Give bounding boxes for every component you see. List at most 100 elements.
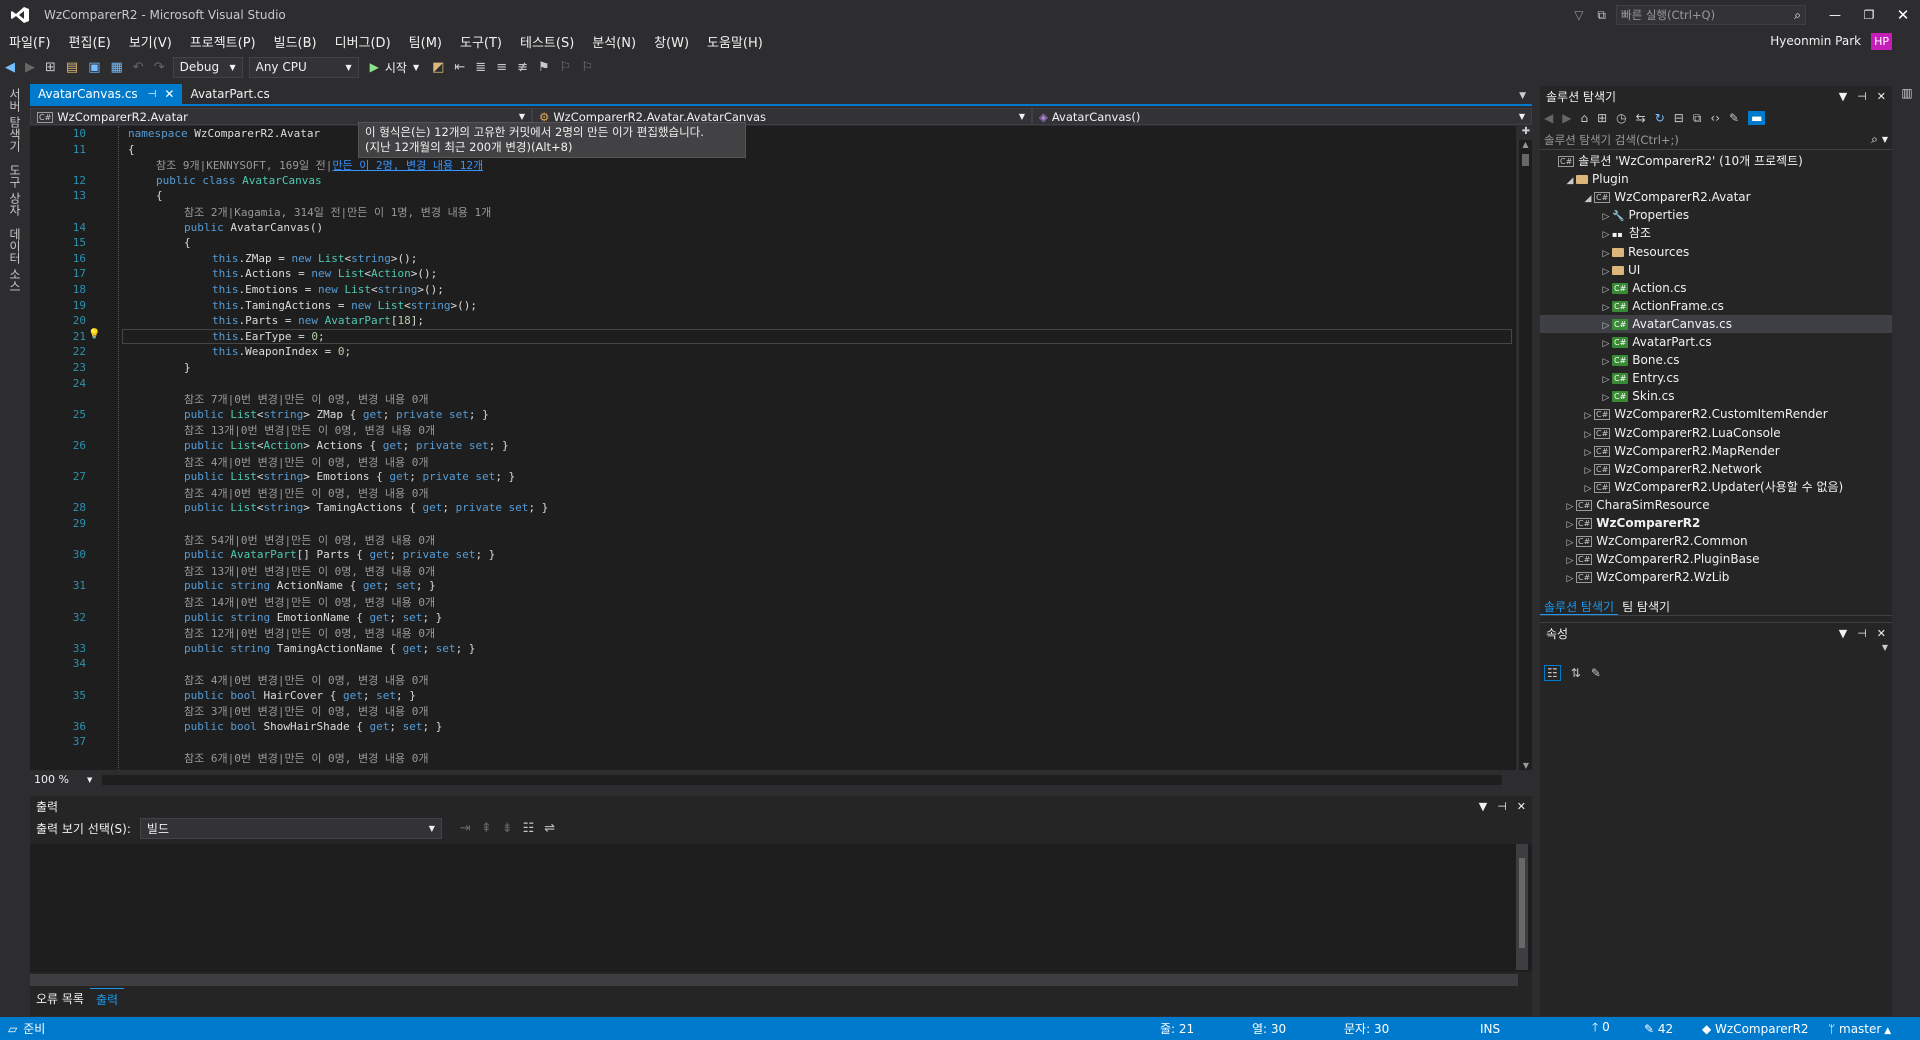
tree-item[interactable]: ▷ C# WzComparerR2.Network xyxy=(1540,460,1892,478)
next-bookmark-icon[interactable]: ⚐ xyxy=(576,60,598,75)
menu-item[interactable]: 분석(N) xyxy=(583,32,645,51)
comment-icon[interactable]: ≡ xyxy=(491,60,512,75)
uncomment-icon[interactable]: ≢ xyxy=(512,60,533,75)
menu-item[interactable]: 창(W) xyxy=(645,32,698,51)
menu-item[interactable]: 파일(F) xyxy=(0,32,60,51)
publish-status[interactable]: 🡑 0 xyxy=(1592,1018,1610,1039)
codelens[interactable]: 참조 2개|Kagamia, 314일 전|만든 이 1명, 변경 내용 1개 xyxy=(184,207,491,219)
menu-item[interactable]: 테스트(S) xyxy=(511,32,583,51)
save-icon[interactable]: ▣ xyxy=(83,60,105,75)
menu-item[interactable]: 프로젝트(P) xyxy=(181,32,265,51)
properties-object-select[interactable]: ▼ xyxy=(1540,643,1892,661)
avatar[interactable]: HP xyxy=(1871,32,1892,50)
tree-item[interactable]: ▷ UI xyxy=(1540,261,1892,279)
close-icon[interactable]: ✕ xyxy=(1877,90,1886,103)
tree-item[interactable]: ▷ C# Skin.cs xyxy=(1540,387,1892,405)
tree-item[interactable]: ▷ C# WzComparerR2.LuaConsole xyxy=(1540,424,1892,442)
close-button[interactable]: ✕ xyxy=(1886,6,1920,24)
editor-vertical-scrollbar[interactable]: ▲ ▼ xyxy=(1518,140,1532,770)
refresh-icon[interactable]: ↻ xyxy=(1655,111,1665,125)
tree-item[interactable]: ▷ C# Entry.cs xyxy=(1540,369,1892,387)
properties-icon[interactable]: ✎ xyxy=(1729,111,1739,125)
output-source-select[interactable]: 빌드 ▼ xyxy=(139,817,442,839)
output-horizontal-scrollbar[interactable] xyxy=(30,974,1518,986)
platform-select[interactable]: Any CPU ▼ xyxy=(248,56,359,78)
codelens[interactable]: 참조 9개|KENNYSOFT, 169일 전|만든 이 2명, 변경 내용 1… xyxy=(156,160,483,172)
tree-item[interactable]: ▷ C# Bone.cs xyxy=(1540,351,1892,369)
bookmark-icon[interactable]: ⚑ xyxy=(533,60,555,75)
tab-solution-explorer[interactable]: 솔루션 탐색기 xyxy=(1540,596,1619,615)
close-icon[interactable]: ✕ xyxy=(164,87,174,101)
tree-item[interactable]: ▷ C# ActionFrame.cs xyxy=(1540,297,1892,315)
codelens[interactable]: 참조 4개|0번 변경|만든 이 0명, 변경 내용 0개 xyxy=(184,487,429,500)
tree-item[interactable]: ▷ ▪▪ 참조 xyxy=(1540,224,1892,242)
tree-item[interactable]: ▷ C# WzComparerR2.Common xyxy=(1540,532,1892,550)
tree-item[interactable]: ▷ C# WzComparerR2.CustomItemRender xyxy=(1540,405,1892,423)
tree-item[interactable]: ▷ C# WzComparerR2.PluginBase xyxy=(1540,550,1892,568)
pending-changes-icon[interactable]: ◷ xyxy=(1616,111,1626,125)
show-all-files-icon[interactable]: ⧉ xyxy=(1693,111,1702,126)
menu-item[interactable]: 디버그(D) xyxy=(326,32,400,51)
prev-bookmark-icon[interactable]: ⚐ xyxy=(555,60,577,75)
tree-item[interactable]: ▷ C# WzComparerR2.WzLib xyxy=(1540,568,1892,586)
pin-icon[interactable]: ⊣ xyxy=(148,89,157,100)
go-to-message-icon[interactable]: ⇥ xyxy=(455,821,476,836)
open-icon[interactable]: ▤ xyxy=(61,60,83,75)
maximize-button[interactable]: ❐ xyxy=(1852,8,1886,22)
switch-views-icon[interactable]: ⊞ xyxy=(1597,111,1607,125)
preview-icon[interactable]: ▬ xyxy=(1748,111,1766,125)
lightbulb-icon[interactable]: 💡 xyxy=(88,329,100,340)
output-scroll-thumb[interactable] xyxy=(1519,858,1525,948)
tab-list-chevron-icon[interactable]: ▼ xyxy=(1513,91,1532,104)
codelens[interactable]: 참조 7개|0번 변경|만든 이 0명, 변경 내용 0개 xyxy=(184,394,429,406)
tree-item[interactable]: ▷ C# AvatarPart.cs xyxy=(1540,333,1892,351)
home-icon[interactable]: ⌂ xyxy=(1580,111,1588,125)
tree-item[interactable]: ◢ Plugin xyxy=(1540,170,1892,188)
close-icon[interactable]: ✕ xyxy=(1877,627,1886,640)
collapsed-arrow-icon[interactable]: ▷ xyxy=(1564,570,1576,588)
split-button-icon[interactable]: ✚ xyxy=(1520,126,1532,138)
chevron-down-icon[interactable]: ▼ xyxy=(1839,627,1847,640)
side-tab[interactable]: 데이터 소스 xyxy=(0,222,32,298)
save-all-icon[interactable]: ▦ xyxy=(106,60,128,75)
codelens[interactable]: 참조 54개|0번 변경|만든 이 0명, 변경 내용 0개 xyxy=(184,534,435,547)
codelens[interactable]: 참조 4개|0번 변경|만든 이 0명, 변경 내용 0개 xyxy=(184,675,429,687)
chevron-down-icon[interactable]: ▼ xyxy=(87,776,92,784)
pin-icon[interactable]: ⊣ xyxy=(1857,90,1867,103)
tab-avatarcanvas[interactable]: AvatarCanvas.cs ⊣ ✕ xyxy=(30,84,183,104)
chevron-down-icon[interactable]: ▼ xyxy=(1479,800,1487,813)
code-editor[interactable]: 10 namespace WzComparerR2.Avatar 11 {참조 9개|… xyxy=(30,126,1516,770)
pin-icon[interactable]: ⊣ xyxy=(1857,627,1867,640)
tree-item[interactable]: ▷ 🔧 Properties xyxy=(1540,206,1892,224)
diagnostic-icon[interactable]: ▥ xyxy=(1894,86,1920,100)
codelens[interactable]: 참조 3개|0번 변경|만든 이 0명, 변경 내용 0개 xyxy=(184,706,429,718)
filter-icon[interactable]: ▽ xyxy=(1574,8,1583,22)
undo-icon[interactable]: ↶ xyxy=(128,60,149,75)
repo-status[interactable]: ◆ WzComparerR2 xyxy=(1702,1022,1809,1036)
feedback-icon[interactable]: ⧉ xyxy=(1597,8,1606,23)
solution-search[interactable]: 솔루션 탐색기 검색(Ctrl+;) ⌕ ▼ xyxy=(1540,130,1892,150)
menu-item[interactable]: 보기(V) xyxy=(120,32,181,51)
tree-item[interactable]: ▷ Resources xyxy=(1540,243,1892,261)
menu-item[interactable]: 빌드(B) xyxy=(265,32,326,51)
prev-message-icon[interactable]: ⇞ xyxy=(476,821,497,836)
config-select[interactable]: Debug ▼ xyxy=(172,56,243,78)
clear-all-icon[interactable]: ☷ xyxy=(518,821,540,836)
menu-item[interactable]: 팀(M) xyxy=(400,32,451,51)
tree-item[interactable]: C# 솔루션 'WzComparerR2' (10개 프로젝트) xyxy=(1540,152,1892,170)
new-project-icon[interactable]: ⊞ xyxy=(40,60,61,75)
minimize-button[interactable]: — xyxy=(1818,8,1852,22)
chevron-down-icon[interactable]: ▼ xyxy=(1839,90,1847,103)
format-icon[interactable]: ≣ xyxy=(470,60,491,75)
scroll-down-icon[interactable]: ▼ xyxy=(1519,761,1533,770)
tab-output[interactable]: 출력 xyxy=(89,988,125,1008)
word-wrap-icon[interactable]: ⇌ xyxy=(539,821,560,836)
tree-item[interactable]: ▷ C# CharaSimResource xyxy=(1540,496,1892,514)
pin-icon[interactable]: ⊣ xyxy=(1497,800,1507,813)
solution-config-icon[interactable]: ⇤ xyxy=(449,60,470,75)
side-tab[interactable]: 도구 상자 xyxy=(0,158,32,222)
sync-icon[interactable]: ⇆ xyxy=(1636,111,1646,125)
view-code-icon[interactable]: ‹› xyxy=(1710,111,1720,125)
output-text-area[interactable] xyxy=(30,844,1532,972)
tree-item[interactable]: ▷ C# AvatarCanvas.cs xyxy=(1540,314,1892,333)
